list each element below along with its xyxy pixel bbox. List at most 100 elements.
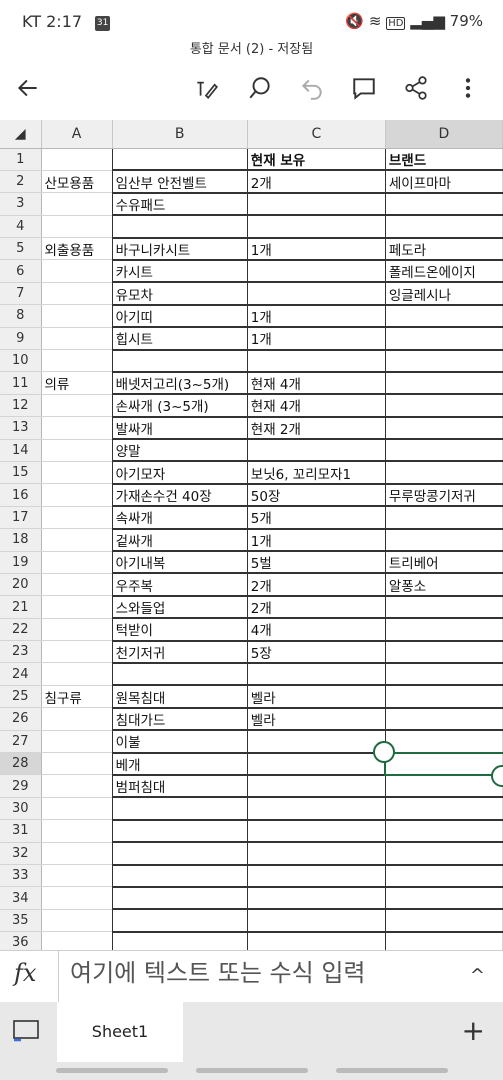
nav-recent[interactable] [56,1068,168,1073]
row-header[interactable]: 27 [0,730,42,754]
cell-a5[interactable]: 외출용품 [41,237,113,261]
cell-a36[interactable] [41,931,113,950]
row-header[interactable]: 34 [0,886,42,910]
cell-c11[interactable]: 현재 4개 [247,371,386,396]
cell-b21[interactable]: 스와들업 [112,595,248,620]
cell-a34[interactable] [41,886,113,910]
cell-d17[interactable] [385,506,503,530]
cell-b12[interactable]: 손싸개 (3~5개) [112,394,248,418]
select-all-corner[interactable]: ◢ [0,120,42,149]
row-header[interactable]: 20 [0,573,42,597]
cell-c24[interactable] [247,662,386,687]
cell-c29[interactable] [247,774,386,799]
cell-c23[interactable]: 5장 [247,640,386,665]
row-header[interactable]: 31 [0,819,42,843]
row-header[interactable]: 5 [0,237,42,261]
row-header[interactable]: 30 [0,797,42,821]
row-header[interactable]: 7 [0,282,42,306]
cell-b13[interactable]: 발싸개 [112,416,248,441]
cell-d7[interactable]: 잉글레시나 [385,282,503,306]
cell-d21[interactable] [385,595,503,620]
cell-c4[interactable] [247,215,386,239]
cell-d10[interactable] [385,349,503,373]
cell-c14[interactable] [247,439,386,463]
cell-c18[interactable]: 1개 [247,528,386,553]
cell-b22[interactable]: 턱받이 [112,618,248,642]
row-header[interactable]: 26 [0,707,42,731]
cell-b7[interactable]: 유모차 [112,282,248,306]
cell-a27[interactable] [41,730,113,754]
cell-c19[interactable]: 5벌 [247,551,386,575]
cell-a28[interactable] [41,752,113,776]
spreadsheet-grid[interactable]: ◢ A B C D 1 현재 보유 브랜드 2 산모용품 임산부 안전벨트 2개 세이프마마 3… [0,120,503,950]
cell-d23[interactable] [385,640,503,665]
row-header[interactable]: 6 [0,259,42,283]
cell-d30[interactable] [385,797,503,821]
cell-c12[interactable]: 현재 4개 [247,394,386,418]
cell-c6[interactable] [247,259,386,284]
cell-b27[interactable]: 이불 [112,730,248,754]
cell-d22[interactable] [385,618,503,642]
cell-b15[interactable]: 아기모자 [112,461,248,485]
cell-b8[interactable]: 아기띠 [112,304,248,329]
cell-c16[interactable]: 50장 [247,483,386,508]
cell-c3[interactable] [247,192,386,217]
row-header[interactable]: 29 [0,774,42,798]
cell-d16[interactable]: 무루땅콩기저귀 [385,483,503,508]
row-header[interactable]: 32 [0,842,42,866]
search-icon[interactable] [244,72,276,104]
cell-d26[interactable] [385,707,503,732]
cell-b3[interactable]: 수유패드 [112,192,248,217]
cell-a11[interactable]: 의류 [41,371,113,395]
selection-handle-start[interactable] [373,740,396,763]
share-icon[interactable] [400,72,432,104]
cell-d15[interactable] [385,461,503,485]
fx-icon[interactable]: fx [14,959,36,987]
cell-c17[interactable]: 5개 [247,506,386,530]
sheet-list-icon[interactable] [12,1019,42,1043]
cell-a24[interactable] [41,662,113,686]
cell-d25[interactable] [385,685,503,709]
cell-d5[interactable]: 페도라 [385,237,503,261]
cell-c25[interactable]: 벨라 [247,685,386,709]
cell-b4[interactable] [112,215,248,239]
cell-d8[interactable] [385,304,503,329]
row-header[interactable]: 13 [0,416,42,440]
cell-c20[interactable]: 2개 [247,573,386,597]
cell-d19[interactable]: 트리베어 [385,551,503,575]
cell-b34[interactable] [112,886,248,911]
row-header[interactable]: 17 [0,506,42,530]
cell-b24[interactable] [112,662,248,687]
cell-d11[interactable] [385,371,503,396]
cell-b32[interactable] [112,842,248,866]
cell-b5[interactable]: 바구니카시트 [112,237,248,261]
row-header[interactable]: 18 [0,528,42,552]
cell-c8[interactable]: 1개 [247,304,386,329]
cell-a14[interactable] [41,439,113,462]
add-sheet-button[interactable]: + [462,1014,485,1047]
column-header-c[interactable]: C [247,120,386,149]
cell-c33[interactable] [247,864,386,888]
cell-a12[interactable] [41,394,113,418]
column-header-a[interactable]: A [41,120,113,149]
sheet-tab-sheet1[interactable]: Sheet1 [57,1002,183,1062]
cell-d27[interactable] [385,730,503,754]
cell-a22[interactable] [41,618,113,642]
cell-a16[interactable] [41,483,113,507]
cell-b26[interactable]: 침대가드 [112,707,248,732]
column-header-b[interactable]: B [112,120,248,149]
cell-b28[interactable]: 베개 [112,752,248,776]
cell-d2[interactable]: 세이프마마 [385,170,503,194]
cell-c9[interactable]: 1개 [247,327,386,351]
draw-icon[interactable] [190,72,222,104]
cell-c7[interactable] [247,282,386,306]
cell-a4[interactable] [41,215,113,239]
cell-b18[interactable]: 겉싸개 [112,528,248,553]
cell-b36[interactable] [112,931,248,950]
row-header[interactable]: 23 [0,640,42,664]
cell-b23[interactable]: 천기저귀 [112,640,248,665]
cell-d31[interactable] [385,819,503,844]
nav-back[interactable] [336,1068,448,1073]
cell-c13[interactable]: 현재 2개 [247,416,386,441]
cell-d24[interactable] [385,662,503,687]
